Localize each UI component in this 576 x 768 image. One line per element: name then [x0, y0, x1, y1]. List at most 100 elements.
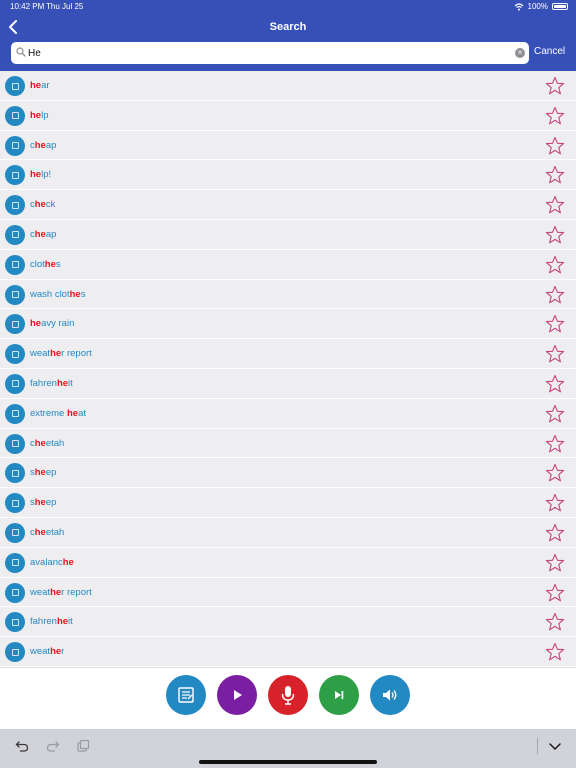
word-card-icon	[5, 195, 25, 216]
star-icon[interactable]	[545, 285, 565, 305]
list-item[interactable]: weather report	[0, 578, 576, 608]
result-word: hear	[30, 80, 50, 91]
search-icon	[16, 47, 26, 57]
match-highlight: he	[30, 80, 42, 91]
result-word: avalanche	[30, 556, 74, 568]
undo-icon[interactable]	[15, 739, 29, 753]
status-time: 10:42 PM	[10, 2, 45, 11]
match-highlight: he	[44, 258, 56, 270]
match-highlight: he	[34, 497, 46, 509]
list-item[interactable]: fahrenheit	[0, 607, 576, 638]
list-item[interactable]: extreme heat	[0, 399, 576, 429]
match-highlight: he	[30, 169, 42, 181]
star-icon[interactable]	[545, 314, 565, 334]
match-highlight: he	[34, 228, 46, 240]
star-icon[interactable]	[545, 165, 565, 185]
result-word: cheetah	[30, 437, 65, 449]
star-icon[interactable]	[545, 344, 565, 364]
star-icon[interactable]	[545, 463, 565, 483]
list-item[interactable]: weather report	[0, 339, 576, 369]
chevron-down-icon[interactable]	[548, 739, 562, 753]
star-icon[interactable]	[545, 553, 565, 573]
play-icon	[234, 690, 242, 700]
list-item[interactable]: help	[0, 101, 576, 131]
search-input[interactable]	[28, 45, 508, 61]
redo-icon[interactable]	[46, 739, 60, 753]
word-card-icon	[5, 522, 25, 543]
match-highlight: he	[34, 437, 46, 449]
result-word: help!	[30, 169, 52, 181]
list-item[interactable]: cheap	[0, 220, 576, 250]
speaker-button[interactable]	[370, 675, 410, 715]
star-icon[interactable]	[545, 434, 565, 454]
clear-icon[interactable]: ×	[515, 48, 525, 58]
microphone-icon	[281, 686, 295, 705]
status-date: Thu Jul 25	[46, 2, 84, 11]
star-icon[interactable]	[545, 225, 565, 245]
skip-next-button[interactable]	[319, 675, 359, 715]
speaker-icon	[383, 689, 397, 701]
list-item[interactable]: sheep	[0, 488, 576, 518]
list-item[interactable]: check	[0, 190, 576, 220]
list-item[interactable]: cheap	[0, 131, 576, 161]
list-item[interactable]: cheetah	[0, 518, 576, 548]
result-word: cheetah	[30, 526, 65, 538]
star-icon[interactable]	[545, 106, 565, 126]
match-highlight: he	[34, 526, 46, 538]
star-icon[interactable]	[545, 523, 565, 543]
play-button[interactable]	[217, 675, 257, 715]
result-word: check	[30, 199, 56, 211]
match-highlight: he	[34, 199, 46, 211]
list-item[interactable]: avalanche	[0, 548, 576, 578]
cancel-button[interactable]: Cancel	[534, 46, 565, 57]
list-item[interactable]: help!	[0, 160, 576, 191]
match-highlight: he	[56, 377, 69, 389]
list-item[interactable]: sheep	[0, 458, 576, 489]
star-icon[interactable]	[545, 76, 565, 96]
list-item[interactable]: heavy rain	[0, 309, 576, 340]
match-highlight: he	[62, 556, 74, 568]
control-bar	[0, 667, 576, 729]
match-highlight: he	[30, 109, 42, 121]
paste-icon[interactable]	[76, 739, 90, 753]
word-card-icon	[5, 373, 25, 394]
star-icon[interactable]	[545, 642, 565, 662]
notes-icon	[178, 687, 194, 703]
list-item[interactable]: hear	[0, 71, 576, 101]
list-item[interactable]: weather	[0, 637, 576, 667]
word-card-icon	[5, 76, 25, 96]
word-card-icon	[5, 105, 25, 126]
star-icon[interactable]	[545, 374, 565, 394]
star-icon[interactable]	[545, 612, 565, 632]
home-indicator	[199, 760, 377, 764]
record-button[interactable]	[268, 675, 308, 715]
word-card-icon	[5, 493, 25, 514]
result-word: wash clothes	[30, 288, 86, 300]
list-item[interactable]: clothes	[0, 250, 576, 280]
result-word: fahrenheit	[30, 616, 73, 628]
star-icon[interactable]	[545, 493, 565, 513]
star-icon[interactable]	[545, 404, 565, 424]
word-card-icon	[5, 463, 25, 484]
word-card-icon	[5, 254, 25, 275]
match-highlight: he	[50, 348, 62, 360]
star-icon[interactable]	[545, 255, 565, 275]
result-word: weather report	[30, 348, 92, 360]
result-word: sheep	[30, 467, 57, 479]
list-item[interactable]: fahrenheit	[0, 369, 576, 399]
star-icon[interactable]	[545, 195, 565, 215]
result-word: weather report	[30, 586, 92, 598]
status-right: 100%	[514, 2, 568, 11]
star-icon[interactable]	[545, 583, 565, 603]
star-icon[interactable]	[545, 136, 565, 156]
list-item[interactable]: wash clothes	[0, 280, 576, 310]
notes-button[interactable]	[166, 675, 206, 715]
list-item[interactable]: cheetah	[0, 429, 576, 459]
toolbar-divider	[537, 738, 538, 754]
match-highlight: he	[66, 407, 79, 419]
word-card-icon	[5, 612, 25, 633]
result-word: cheap	[30, 139, 57, 151]
search-field[interactable]: ×	[11, 42, 529, 64]
word-card-icon	[5, 135, 25, 156]
word-card-icon	[5, 642, 25, 663]
